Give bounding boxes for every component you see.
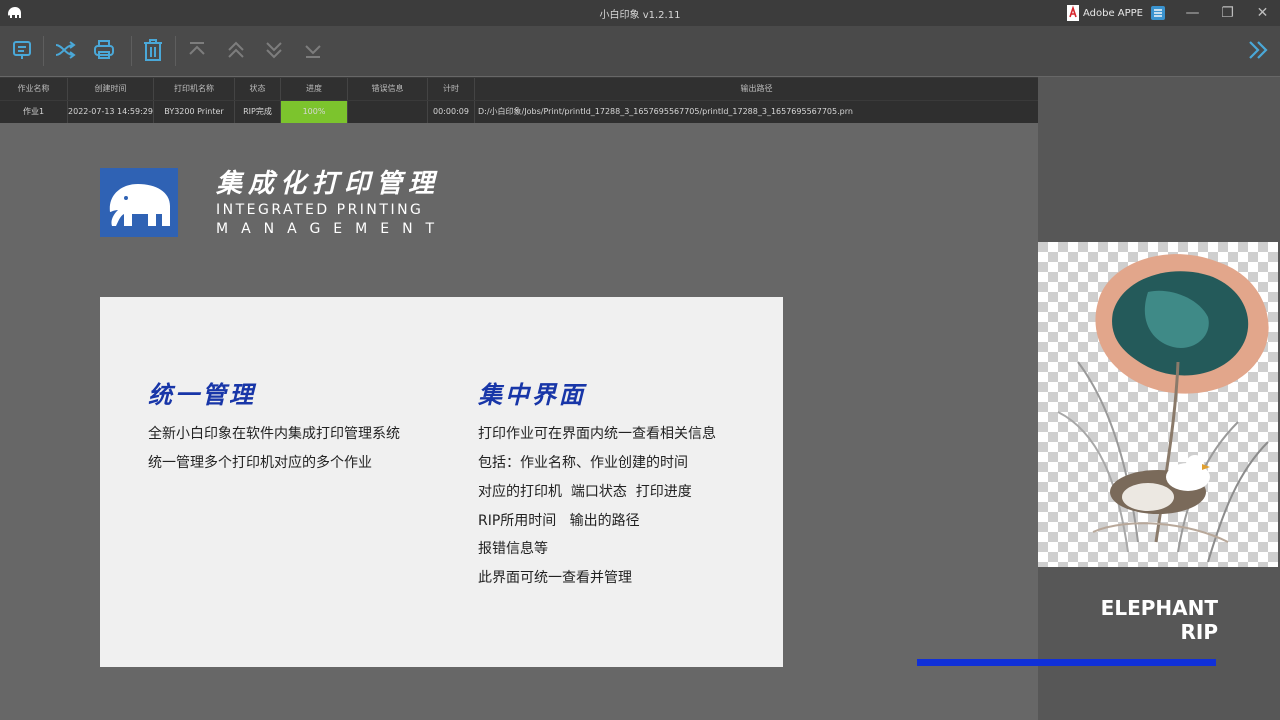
feature-line: 包括：作业名称、作业创建的时间 xyxy=(478,455,688,471)
header-timer[interactable]: 计时 xyxy=(428,78,475,100)
cell-status: RIP完成 xyxy=(235,101,281,123)
header-progress[interactable]: 进度 xyxy=(281,78,348,100)
cell-created-time: 2022-07-13 14:59:29 xyxy=(68,101,154,123)
feature-title-unified: 统一管理 xyxy=(148,381,256,409)
cell-output-path: D:/小白印象/Jobs/Print/printId_17288_3_16576… xyxy=(478,107,853,116)
elephant-icon xyxy=(109,184,170,226)
lotus-duck-artwork xyxy=(1038,242,1278,567)
cell-timer: 00:00:09 xyxy=(428,101,475,123)
feature-card: 统一管理 全新小白印象在软件内集成打印管理系统 统一管理多个打印机对应的多个作业… xyxy=(100,297,783,667)
adobe-appe-label[interactable]: Adobe APPE xyxy=(1083,8,1143,19)
shuffle-icon[interactable] xyxy=(53,38,77,62)
header-status[interactable]: 状态 xyxy=(235,78,281,100)
feature-line: RIP所用时间 输出的路径 xyxy=(478,513,640,529)
feature-line: 报错信息等 xyxy=(478,541,548,557)
table-header-row: 作业名称 创建时间 打印机名称 状态 进度 错误信息 计时 输出路径 xyxy=(0,78,1038,100)
minimize-button[interactable]: — xyxy=(1175,0,1210,26)
feature-line: 打印作业可在界面内统一查看相关信息 xyxy=(478,426,716,442)
brand-name-line1: ELEPHANT xyxy=(1100,596,1218,620)
expand-panel-icon[interactable] xyxy=(1246,38,1270,62)
feature-line: 统一管理多个打印机对应的多个作业 xyxy=(148,455,372,471)
job-table: 作业名称 创建时间 打印机名称 状态 进度 错误信息 计时 输出路径 作业1 2… xyxy=(0,77,1038,123)
toolbar xyxy=(0,26,1280,76)
cell-printer-name: BY3200 Printer xyxy=(154,101,235,123)
feature-title-centralized: 集中界面 xyxy=(478,381,586,409)
elephant-logo xyxy=(100,168,178,237)
brand-accent-bar xyxy=(917,659,1216,666)
cell-error xyxy=(348,101,428,123)
hero-subtitle-line1: INTEGRATED PRINTING xyxy=(216,202,424,218)
preview-icon[interactable] xyxy=(10,38,34,62)
title-bar: 小白印象 v1.2.11 Adobe APPE — ❐ ✕ xyxy=(0,0,1280,26)
header-error[interactable]: 错误信息 xyxy=(348,78,428,100)
feature-line: 对应的打印机 端口状态 打印进度 xyxy=(478,484,692,500)
header-output-path[interactable]: 输出路径 xyxy=(475,78,1038,100)
move-down-icon[interactable] xyxy=(262,38,286,62)
hero-subtitle-line2: MANAGEMENT xyxy=(216,221,448,237)
document-icon[interactable] xyxy=(1151,6,1165,20)
move-up-icon[interactable] xyxy=(224,38,248,62)
brand-name-line2: RIP xyxy=(1180,620,1219,644)
header-printer-name[interactable]: 打印机名称 xyxy=(154,78,235,100)
maximize-button[interactable]: ❐ xyxy=(1210,0,1245,26)
header-job-name[interactable]: 作业名称 xyxy=(0,78,68,100)
move-bottom-icon[interactable] xyxy=(301,38,325,62)
move-top-icon[interactable] xyxy=(185,38,209,62)
feature-line: 此界面可统一查看并管理 xyxy=(478,570,632,586)
cell-progress: 100% xyxy=(281,101,348,123)
cell-job-name: 作业1 xyxy=(0,101,68,123)
print-icon[interactable] xyxy=(92,38,116,62)
feature-line: 全新小白印象在软件内集成打印管理系统 xyxy=(148,426,400,442)
acrobat-icon xyxy=(1066,5,1079,21)
header-created-time[interactable]: 创建时间 xyxy=(68,78,154,100)
table-row[interactable]: 作业1 2022-07-13 14:59:29 BY3200 Printer R… xyxy=(0,101,1038,123)
close-button[interactable]: ✕ xyxy=(1245,0,1280,26)
trash-icon[interactable] xyxy=(141,38,165,62)
hero-title: 集成化打印管理 xyxy=(216,169,441,199)
